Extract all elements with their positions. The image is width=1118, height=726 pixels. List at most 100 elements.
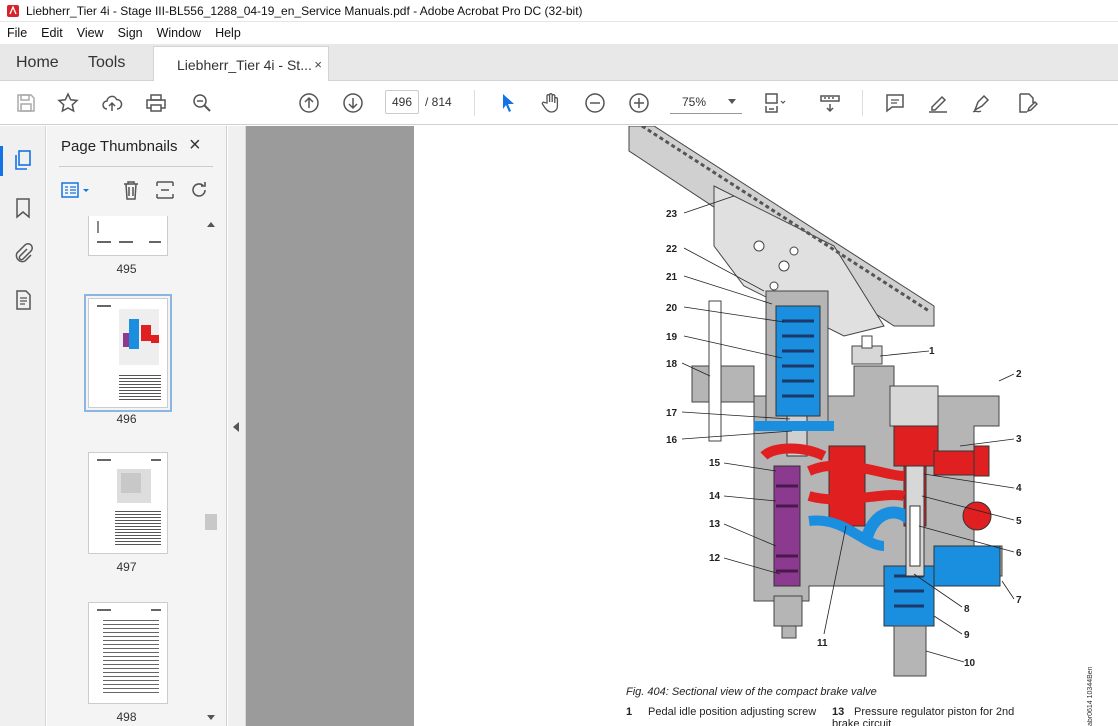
page-content-icon[interactable] bbox=[11, 288, 35, 312]
page-number-input[interactable]: 496 bbox=[385, 90, 419, 114]
callout-18: 18 bbox=[666, 359, 678, 370]
page-fit-icon[interactable] bbox=[762, 91, 786, 115]
callout-20: 20 bbox=[666, 303, 678, 314]
legend-item: 13 Pressure regulator piston for 2nd brak… bbox=[832, 706, 1022, 726]
next-page-icon[interactable] bbox=[341, 91, 365, 115]
comment-icon[interactable] bbox=[883, 91, 907, 115]
thumbnail-label: 498 bbox=[116, 710, 137, 724]
menu-help[interactable]: Help bbox=[208, 26, 248, 40]
callout-2: 2 bbox=[1016, 369, 1022, 380]
legend-text: Pedal idle position adjusting screw bbox=[648, 706, 817, 718]
thumbnail-page-498[interactable] bbox=[88, 602, 168, 704]
chevron-down-icon bbox=[728, 99, 736, 104]
thumbnails-panel: Page Thumbnails × 495 496 497 498 bbox=[47, 126, 227, 726]
left-rail bbox=[0, 126, 46, 726]
callout-23: 23 bbox=[666, 209, 678, 220]
attachments-icon[interactable] bbox=[11, 242, 35, 266]
panel-title: Page Thumbnails bbox=[61, 138, 178, 155]
page-thumbnails-icon[interactable] bbox=[11, 148, 35, 172]
callout-10: 10 bbox=[964, 658, 976, 669]
callout-15: 15 bbox=[709, 458, 721, 469]
figure-caption: Fig. 404: Sectional view of the compact … bbox=[626, 686, 877, 698]
tab-document-label: Liebherr_Tier 4i - St... bbox=[177, 56, 312, 73]
tab-bar: Home Tools Liebherr_Tier 4i - St... × bbox=[0, 44, 1118, 82]
menu-window[interactable]: Window bbox=[150, 26, 208, 40]
scroll-down-icon[interactable] bbox=[207, 715, 215, 720]
chevron-left-icon bbox=[233, 422, 239, 432]
edit-document-icon[interactable] bbox=[1014, 91, 1039, 115]
tab-tools[interactable]: Tools bbox=[88, 44, 125, 81]
upload-cloud-icon[interactable] bbox=[100, 91, 124, 115]
callout-16: 16 bbox=[666, 435, 678, 446]
thumbnail-page-496[interactable] bbox=[84, 294, 172, 412]
acrobat-icon bbox=[7, 4, 19, 17]
zoom-out-icon[interactable] bbox=[583, 91, 607, 115]
menu-view[interactable]: View bbox=[70, 26, 111, 40]
window-title: Liebherr_Tier 4i - Stage III-BL556_1288_… bbox=[26, 3, 583, 18]
callout-7: 7 bbox=[1016, 595, 1022, 606]
thumbnail-label: 495 bbox=[116, 262, 137, 276]
tab-close-icon[interactable]: × bbox=[314, 57, 322, 72]
callout-13: 13 bbox=[709, 519, 721, 530]
extract-page-icon[interactable] bbox=[153, 178, 177, 202]
document-viewer[interactable]: 1 2 3 4 5 6 7 8 9 10 11 12 13 14 15 16 1… bbox=[246, 126, 1118, 726]
legend-text: Pressure regulator piston for 2nd brake … bbox=[832, 706, 1015, 726]
tab-home[interactable]: Home bbox=[16, 44, 59, 81]
thumbnail-label: 496 bbox=[116, 412, 137, 426]
thumbnail-options-icon[interactable] bbox=[59, 178, 95, 202]
callout-17: 17 bbox=[666, 408, 678, 419]
panel-close-icon[interactable]: × bbox=[189, 134, 201, 157]
save-icon[interactable] bbox=[14, 91, 38, 115]
print-icon[interactable] bbox=[144, 91, 168, 115]
menu-sign[interactable]: Sign bbox=[111, 26, 150, 40]
zoom-value: 75% bbox=[682, 95, 707, 109]
collapse-panel-handle[interactable] bbox=[228, 126, 246, 726]
select-cursor-icon[interactable] bbox=[496, 91, 520, 115]
thumbnail-label: 497 bbox=[116, 560, 137, 574]
bookmarks-icon[interactable] bbox=[11, 196, 35, 220]
menu-edit[interactable]: Edit bbox=[34, 26, 70, 40]
document-page: 1 2 3 4 5 6 7 8 9 10 11 12 13 14 15 16 1… bbox=[414, 126, 1118, 726]
thumbnail-page-497[interactable] bbox=[88, 452, 168, 554]
figure-code: abr0614 10344Ben bbox=[1087, 666, 1094, 726]
menu-file[interactable]: File bbox=[0, 26, 34, 40]
thumbnail-page-495[interactable] bbox=[88, 216, 168, 256]
thumbnail-scrollbar[interactable] bbox=[203, 218, 219, 722]
page-total: / 814 bbox=[425, 95, 452, 109]
active-indicator bbox=[0, 146, 3, 176]
toolbar bbox=[0, 81, 1118, 125]
zoom-in-icon[interactable] bbox=[627, 91, 651, 115]
sign-pen-icon[interactable] bbox=[970, 91, 994, 115]
rotate-page-icon[interactable] bbox=[187, 178, 211, 202]
legend-item: 1 Pedal idle position adjusting screw bbox=[626, 706, 816, 718]
callout-6: 6 bbox=[1016, 548, 1022, 559]
callout-12: 12 bbox=[709, 553, 721, 564]
delete-page-icon[interactable] bbox=[119, 178, 143, 202]
callout-14: 14 bbox=[709, 491, 721, 502]
callout-8: 8 bbox=[964, 604, 970, 615]
brake-valve-figure: 1 2 3 4 5 6 7 8 9 10 11 12 13 14 15 16 1… bbox=[628, 126, 1022, 677]
callout-19: 19 bbox=[666, 332, 678, 343]
callout-1: 1 bbox=[929, 346, 935, 357]
scroll-up-icon[interactable] bbox=[207, 222, 215, 227]
highlight-pen-icon[interactable] bbox=[926, 91, 950, 115]
callout-21: 21 bbox=[666, 272, 678, 283]
tab-document[interactable]: Liebherr_Tier 4i - St... × bbox=[153, 46, 329, 82]
bookmark-star-icon[interactable] bbox=[56, 91, 80, 115]
scroll-mode-icon[interactable] bbox=[818, 91, 842, 115]
callout-22: 22 bbox=[666, 244, 678, 255]
thumbnail-list[interactable]: 495 496 497 498 bbox=[59, 216, 207, 726]
title-bar: Liebherr_Tier 4i - Stage III-BL556_1288_… bbox=[0, 0, 1118, 22]
zoom-search-icon[interactable] bbox=[190, 91, 214, 115]
callout-4: 4 bbox=[1016, 483, 1022, 494]
scroll-thumb[interactable] bbox=[205, 514, 217, 530]
callout-11: 11 bbox=[817, 638, 828, 649]
callout-9: 9 bbox=[964, 630, 970, 641]
legend-number: 13 bbox=[832, 706, 845, 718]
menu-bar: File Edit View Sign Window Help bbox=[0, 22, 1118, 44]
hand-tool-icon[interactable] bbox=[539, 91, 563, 115]
callout-5: 5 bbox=[1016, 516, 1022, 527]
callout-3: 3 bbox=[1016, 434, 1022, 445]
zoom-select[interactable]: 75% bbox=[670, 90, 742, 114]
previous-page-icon[interactable] bbox=[297, 91, 321, 115]
